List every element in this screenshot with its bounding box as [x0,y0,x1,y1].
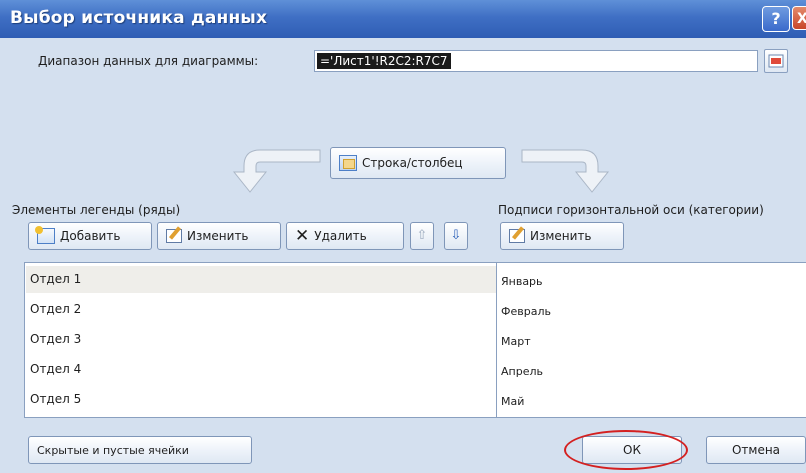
axis-categories-list: Январь Февраль Март Апрель Май [496,262,806,418]
edit-axis-icon [509,229,525,243]
hidden-empty-cells-button[interactable]: Скрытые и пустые ячейки [28,436,252,464]
category-item: Февраль [501,305,551,318]
series-item[interactable]: Отдел 1 [26,266,497,293]
swap-arrow-right-icon [521,149,610,193]
add-icon [35,226,55,244]
add-series-label: Добавить [60,229,121,243]
dialog-titlebar[interactable]: Выбор источника данных ? X [0,0,806,38]
edit-icon [166,229,182,243]
add-series-button[interactable]: Добавить [28,222,152,250]
delete-icon: ✕ [295,226,310,246]
category-item: Май [501,395,525,408]
edit-axis-labels-button[interactable]: Изменить [500,222,624,250]
cancel-button[interactable]: Отмена [706,436,806,464]
category-item: Январь [501,275,543,288]
collapse-dialog-button[interactable] [764,49,788,73]
edit-axis-labels-label: Изменить [530,229,592,243]
switch-row-column-button[interactable]: Строка/столбец [330,147,506,179]
category-item: Апрель [501,365,543,378]
switch-row-column-label: Строка/столбец [362,156,463,170]
dialog-title: Выбор источника данных [10,8,268,28]
series-item[interactable]: Отдел 2 [26,296,497,323]
category-item: Март [501,335,531,348]
collapse-icon [768,54,784,68]
move-down-button[interactable]: ⇩ [444,222,468,250]
legend-entries-header: Элементы легенды (ряды) [12,203,181,217]
delete-series-label: Удалить [314,229,367,243]
series-item[interactable]: Отдел 3 [26,326,497,353]
swap-arrow-left-icon [232,149,321,193]
legend-series-list: Отдел 1 Отдел 2 Отдел 3 Отдел 4 Отдел 5 [24,262,498,418]
select-data-source-dialog: Выбор источника данных ? X Диапазон данн… [0,0,806,473]
ok-highlight-ring [564,430,688,470]
axis-labels-header: Подписи горизонтальной оси (категории) [498,203,764,217]
close-button[interactable]: X [792,6,806,30]
switch-row-column-icon [339,155,357,171]
help-button[interactable]: ? [762,6,790,32]
move-up-button[interactable]: ⇧ [410,222,434,250]
range-input[interactable]: ='Лист1'!R2C2:R7C7 [314,50,758,72]
delete-series-button[interactable]: ✕ Удалить [286,222,404,250]
range-value: ='Лист1'!R2C2:R7C7 [317,53,451,69]
edit-series-button[interactable]: Изменить [157,222,281,250]
range-label: Диапазон данных для диаграммы: [38,54,259,68]
series-item[interactable]: Отдел 4 [26,356,497,383]
edit-series-label: Изменить [187,229,249,243]
series-item[interactable]: Отдел 5 [26,386,497,413]
